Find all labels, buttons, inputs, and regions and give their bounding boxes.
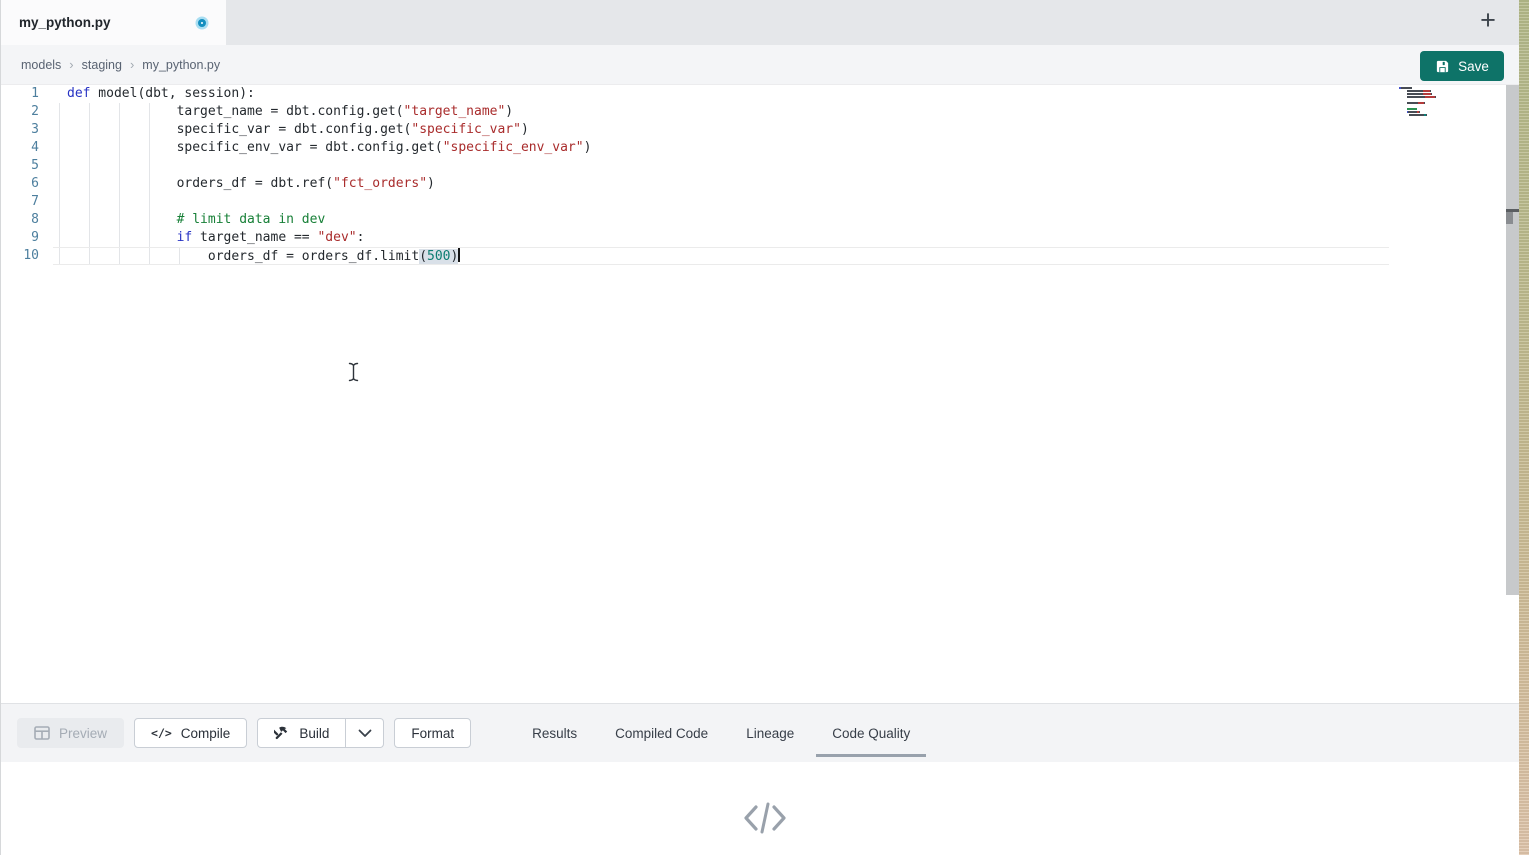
chevron-down-icon	[358, 729, 372, 738]
build-button-label: Build	[299, 726, 329, 741]
line-number: 9	[1, 229, 39, 247]
code-line-9[interactable]: 9 if target_name == "dev":	[1, 229, 1391, 247]
panel-tab-code-quality[interactable]: Code Quality	[813, 704, 929, 762]
preview-button[interactable]: Preview	[17, 718, 124, 748]
code-text: # limit data in dev	[39, 211, 325, 229]
minimap-line	[1399, 108, 1457, 110]
minimap[interactable]	[1399, 87, 1457, 117]
format-button-label: Format	[411, 726, 454, 741]
new-tab-button[interactable]: +	[1472, 4, 1504, 36]
tab-my-python-py[interactable]: my_python.py	[1, 0, 226, 45]
floppy-disk-icon	[1435, 59, 1450, 74]
line-number: 3	[1, 121, 39, 139]
code-text	[39, 157, 67, 175]
line-number: 10	[1, 247, 39, 265]
code-text: orders_df = orders_df.limit(500)	[39, 247, 460, 265]
unsaved-indicator-dot	[198, 19, 206, 27]
panel-tab-results[interactable]: Results	[513, 704, 596, 762]
code-line-3[interactable]: 3 specific_var = dbt.config.get("specifi…	[1, 121, 1391, 139]
code-line-10[interactable]: 10 orders_df = orders_df.limit(500)	[1, 247, 1391, 265]
editor-tab-bar: my_python.py +	[1, 0, 1520, 45]
line-number: 6	[1, 175, 39, 193]
code-text: def model(dbt, session):	[39, 85, 255, 103]
text-caret	[458, 247, 460, 262]
compile-button[interactable]: </> Compile	[134, 718, 247, 748]
line-number: 4	[1, 139, 39, 157]
code-line-4[interactable]: 4 specific_env_var = dbt.config.get("spe…	[1, 139, 1391, 157]
line-number: 7	[1, 193, 39, 211]
code-text: orders_df = dbt.ref("fct_orders")	[39, 175, 435, 193]
build-button-group: Build	[257, 718, 384, 748]
code-line-5[interactable]: 5	[1, 157, 1391, 175]
minimap-line	[1399, 93, 1457, 95]
code-line-7[interactable]: 7	[1, 193, 1391, 211]
preview-button-label: Preview	[59, 726, 107, 741]
minimap-line	[1399, 114, 1457, 116]
line-number: 2	[1, 103, 39, 121]
breadcrumb-bar: models › staging › my_python.py	[1, 45, 1520, 85]
code-lines: 1def model(dbt, session):2 target_name =…	[1, 85, 1520, 265]
code-line-8[interactable]: 8 # limit data in dev	[1, 211, 1391, 229]
line-number: 5	[1, 157, 39, 175]
code-text	[39, 193, 67, 211]
minimap-line	[1399, 99, 1457, 101]
minimap-line	[1399, 111, 1457, 113]
table-icon	[34, 726, 50, 740]
panel-tab-compiled-code[interactable]: Compiled Code	[596, 704, 727, 762]
breadcrumb-separator: ›	[130, 57, 134, 72]
compile-button-label: Compile	[181, 726, 231, 741]
tab-title: my_python.py	[19, 15, 111, 30]
code-line-6[interactable]: 6 orders_df = dbt.ref("fct_orders")	[1, 175, 1391, 193]
hammer-icon	[274, 725, 290, 741]
code-text: specific_env_var = dbt.config.get("speci…	[39, 139, 591, 157]
code-text: target_name = dbt.config.get("target_nam…	[39, 103, 513, 121]
panel-tab-lineage[interactable]: Lineage	[727, 704, 813, 762]
minimap-line	[1399, 105, 1457, 107]
text-ibeam-cursor	[347, 362, 360, 387]
bottom-toolbar: Preview </> Compile Build Format	[1, 703, 1520, 762]
breadcrumb-separator: ›	[69, 57, 73, 72]
build-button[interactable]: Build	[257, 718, 346, 748]
breadcrumb: models › staging › my_python.py	[19, 57, 222, 72]
code-text: if target_name == "dev":	[39, 229, 364, 247]
code-line-1[interactable]: 1def model(dbt, session):	[1, 85, 1391, 103]
line-number: 8	[1, 211, 39, 229]
format-button[interactable]: Format	[394, 718, 471, 748]
dbt-cloud-ide: { "tab_bar": { "tab_title": "my_python.p…	[0, 0, 1529, 855]
breadcrumb-item[interactable]: my_python.py	[142, 58, 220, 72]
save-button[interactable]: Save	[1420, 51, 1504, 81]
wallpaper-strip	[1519, 0, 1529, 855]
code-text: specific_var = dbt.config.get("specific_…	[39, 121, 529, 139]
minimap-line	[1399, 96, 1457, 98]
result-panel-tabs: ResultsCompiled CodeLineageCode Quality	[513, 704, 929, 762]
minimap-line	[1399, 102, 1457, 104]
code-slash-icon	[741, 800, 789, 841]
breadcrumb-item[interactable]: staging	[82, 58, 122, 72]
line-number: 1	[1, 85, 39, 103]
minimap-line	[1399, 87, 1457, 89]
save-button-label: Save	[1458, 59, 1489, 74]
build-options-button[interactable]	[346, 718, 384, 748]
code-brackets-icon: </>	[151, 726, 172, 740]
breadcrumb-item[interactable]: models	[21, 58, 61, 72]
code-line-2[interactable]: 2 target_name = dbt.config.get("target_n…	[1, 103, 1391, 121]
code-editor[interactable]: 1def model(dbt, session):2 target_name =…	[1, 85, 1520, 703]
minimap-line	[1399, 90, 1457, 92]
